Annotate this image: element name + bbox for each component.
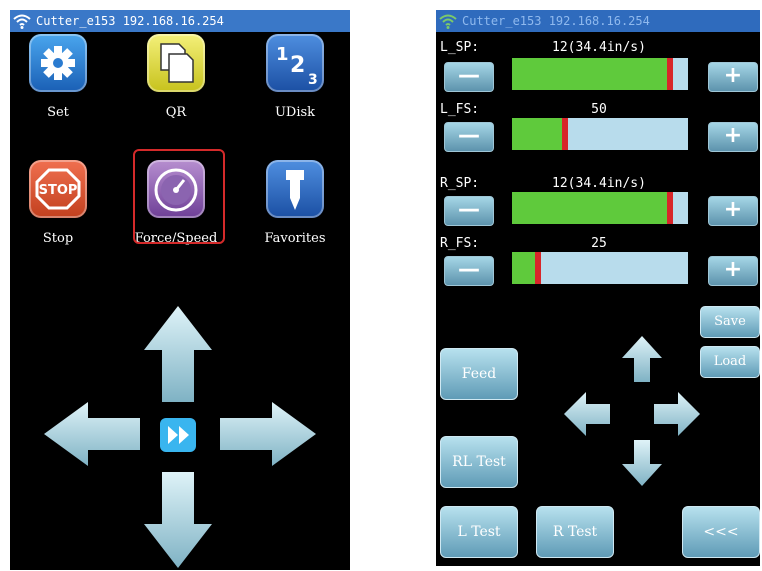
force-speed-screen: Cutter_e153 192.168.16.254 L_SP: 12(34.4… bbox=[436, 10, 760, 566]
plus-button[interactable]: + bbox=[708, 256, 758, 286]
level-fill bbox=[512, 118, 565, 150]
level-marker bbox=[667, 192, 673, 224]
status-bar: Cutter_e153 192.168.16.254 bbox=[436, 10, 760, 32]
feed-button[interactable]: Feed bbox=[440, 348, 518, 400]
l-test-button[interactable]: L Test bbox=[440, 506, 518, 558]
arrow-right-icon[interactable] bbox=[220, 402, 316, 466]
minus-icon: — bbox=[458, 63, 480, 88]
l-test-label: L Test bbox=[457, 524, 501, 540]
app-label: QR bbox=[165, 105, 187, 120]
knife-tool-icon bbox=[266, 160, 324, 218]
r-test-button[interactable]: R Test bbox=[536, 506, 614, 558]
arrow-down-icon[interactable] bbox=[144, 472, 212, 568]
plus-icon: + bbox=[723, 257, 743, 282]
plus-icon: + bbox=[723, 63, 743, 88]
arrow-down-icon[interactable] bbox=[622, 440, 662, 486]
numbers-icon: 1 2 3 bbox=[266, 34, 324, 92]
plus-icon: + bbox=[723, 197, 743, 222]
status-text: Cutter_e153 192.168.16.254 bbox=[36, 14, 224, 28]
level-marker bbox=[535, 252, 541, 284]
minus-icon: — bbox=[458, 197, 480, 222]
minus-button[interactable]: — bbox=[444, 122, 494, 152]
app-label: Set bbox=[47, 105, 69, 120]
svg-text:3: 3 bbox=[308, 72, 318, 88]
feed-label: Feed bbox=[461, 366, 497, 382]
wifi-icon bbox=[439, 14, 457, 29]
fast-forward-icon[interactable] bbox=[160, 418, 196, 452]
minus-button[interactable]: — bbox=[444, 256, 494, 286]
row-label: L_FS: bbox=[440, 102, 480, 117]
level-fill bbox=[512, 192, 670, 224]
minus-button[interactable]: — bbox=[444, 196, 494, 226]
selection-highlight bbox=[133, 149, 225, 244]
row-value: 50 bbox=[591, 102, 607, 117]
row-value: 25 bbox=[591, 236, 607, 251]
back-label: <<< bbox=[703, 524, 739, 540]
level-bar[interactable] bbox=[512, 118, 688, 150]
svg-text:STOP: STOP bbox=[39, 183, 78, 198]
app-udisk[interactable]: 1 2 3 UDisk bbox=[245, 34, 345, 134]
rl-test-label: RL Test bbox=[452, 454, 506, 470]
rl-test-button[interactable]: RL Test bbox=[440, 436, 518, 488]
direction-pad bbox=[564, 336, 700, 486]
row-label: R_SP: bbox=[440, 176, 480, 191]
app-label: Stop bbox=[42, 231, 74, 246]
level-marker bbox=[562, 118, 568, 150]
load-button[interactable]: Load bbox=[700, 346, 760, 378]
minus-icon: — bbox=[458, 123, 480, 148]
row-value: 12(34.4in/s) bbox=[552, 176, 646, 191]
gear-icon bbox=[29, 34, 87, 92]
app-label: Favorites bbox=[264, 231, 326, 246]
plus-button[interactable]: + bbox=[708, 196, 758, 226]
stop-sign-icon: STOP bbox=[29, 160, 87, 218]
copy-icon bbox=[147, 34, 205, 92]
main-menu-screen: Cutter_e153 192.168.16.254 Set QR 1 2 3 … bbox=[10, 10, 350, 570]
arrow-up-icon[interactable] bbox=[144, 306, 212, 402]
back-button[interactable]: <<< bbox=[682, 506, 760, 558]
app-set[interactable]: Set bbox=[10, 34, 108, 134]
plus-button[interactable]: + bbox=[708, 62, 758, 92]
app-stop[interactable]: STOP Stop bbox=[10, 160, 108, 260]
save-button[interactable]: Save bbox=[700, 306, 760, 338]
row-label: R_FS: bbox=[440, 236, 480, 251]
arrow-up-icon[interactable] bbox=[622, 336, 662, 382]
direction-pad bbox=[44, 306, 316, 568]
app-label: UDisk bbox=[274, 105, 316, 120]
svg-text:2: 2 bbox=[290, 53, 305, 78]
row-value: 12(34.4in/s) bbox=[552, 40, 646, 55]
wifi-icon bbox=[13, 14, 31, 29]
arrow-left-icon[interactable] bbox=[44, 402, 140, 466]
r-test-label: R Test bbox=[552, 524, 598, 540]
arrow-right-icon[interactable] bbox=[654, 392, 700, 436]
level-bar[interactable] bbox=[512, 192, 688, 224]
arrow-left-icon[interactable] bbox=[564, 392, 610, 436]
status-text: Cutter_e153 192.168.16.254 bbox=[462, 14, 650, 28]
plus-button[interactable]: + bbox=[708, 122, 758, 152]
minus-icon: — bbox=[458, 257, 480, 282]
app-favorites[interactable]: Favorites bbox=[245, 160, 345, 260]
row-label: L_SP: bbox=[440, 40, 480, 55]
plus-icon: + bbox=[723, 123, 743, 148]
level-fill bbox=[512, 58, 670, 90]
status-bar: Cutter_e153 192.168.16.254 bbox=[10, 10, 350, 32]
level-bar[interactable] bbox=[512, 252, 688, 284]
svg-text:1: 1 bbox=[276, 44, 289, 65]
level-marker bbox=[667, 58, 673, 90]
app-qr[interactable]: QR bbox=[126, 34, 226, 134]
minus-button[interactable]: — bbox=[444, 62, 494, 92]
level-bar[interactable] bbox=[512, 58, 688, 90]
